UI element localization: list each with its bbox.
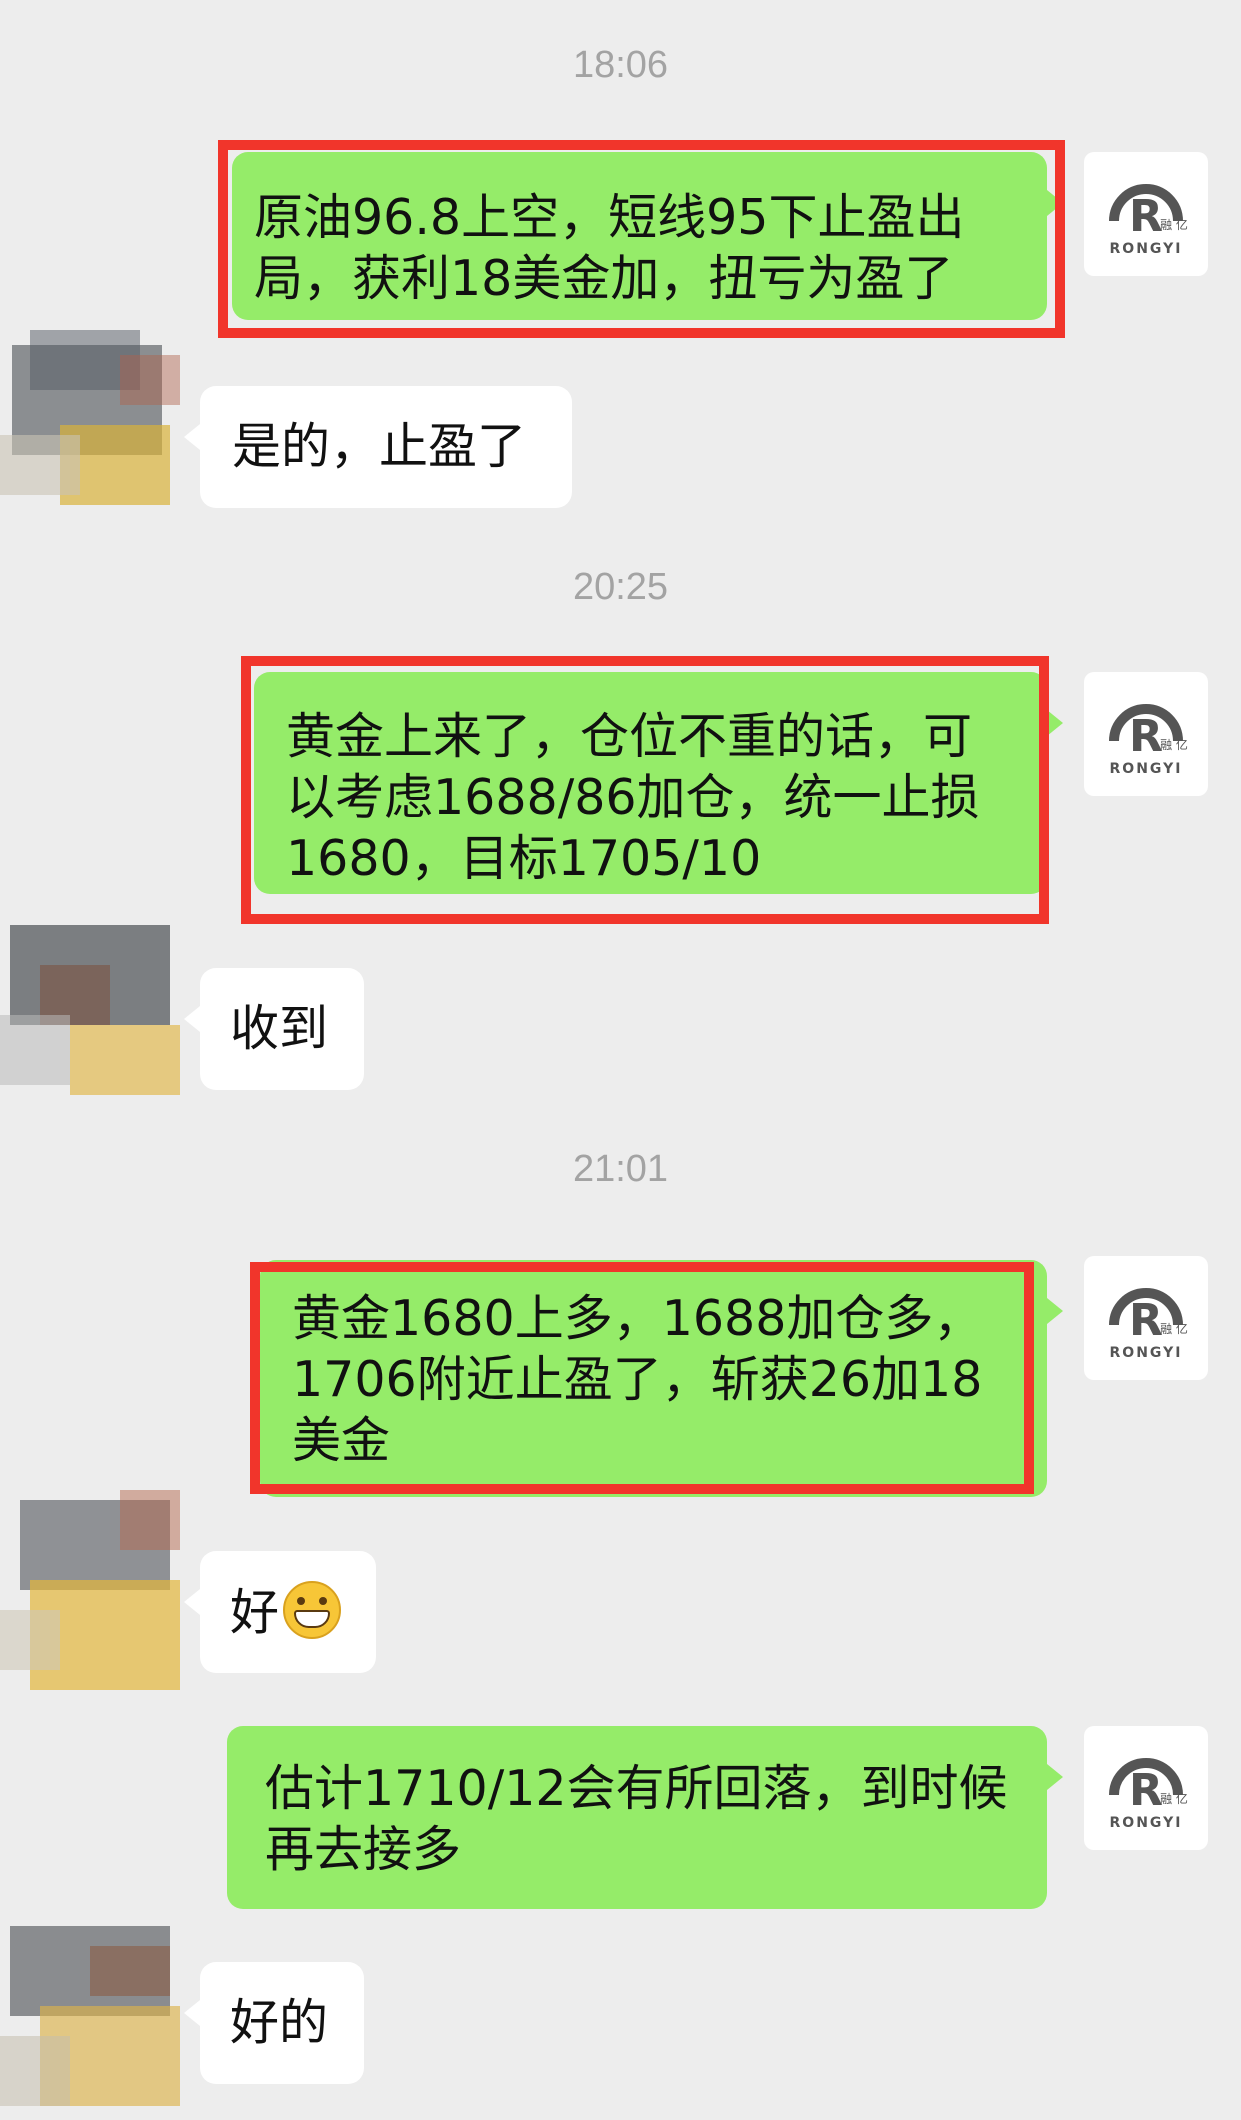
avatar[interactable]: R融 亿 RONGYI bbox=[1084, 1726, 1208, 1850]
message-bubble-self[interactable]: 黄金上来了，仓位不重的话，可以考虑1688/86加仓，统一止损1680，目标17… bbox=[254, 672, 1063, 894]
svg-text:融 亿: 融 亿 bbox=[1160, 1791, 1188, 1806]
avatar[interactable]: R融 亿 RONGYI bbox=[1084, 152, 1208, 276]
message-bubble-self[interactable]: 估计1710/12会有所回落，到时候再去接多 bbox=[227, 1726, 1063, 1909]
rongyi-logo-icon: R融 亿 RONGYI bbox=[1109, 704, 1188, 777]
message-text: 是的，止盈了 bbox=[232, 418, 527, 475]
svg-text:RONGYI: RONGYI bbox=[1110, 241, 1183, 257]
rongyi-logo-icon: R融 亿 RONGYI bbox=[1109, 1758, 1188, 1831]
svg-text:R: R bbox=[1129, 1765, 1163, 1816]
message-text: 黄金1680上多，1688加仓多，1706附近止盈了，斩获26加18美金 bbox=[292, 1290, 983, 1469]
svg-text:R: R bbox=[1129, 191, 1163, 242]
rongyi-logo-icon: R融 亿 RONGYI bbox=[1109, 1288, 1188, 1361]
message-bubble-other[interactable]: 好 bbox=[184, 1551, 376, 1673]
message-bubble-other[interactable]: 好的 bbox=[184, 1962, 364, 2084]
message-text: 估计1710/12会有所回落，到时候再去接多 bbox=[265, 1760, 1008, 1878]
message-bubble-self[interactable]: 黄金1680上多，1688加仓多，1706附近止盈了，斩获26加18美金 bbox=[260, 1260, 1063, 1497]
avatar[interactable] bbox=[0, 315, 190, 525]
timestamp: 21:01 bbox=[572, 1148, 669, 1190]
svg-text:融 亿: 融 亿 bbox=[1160, 737, 1188, 752]
avatar[interactable] bbox=[0, 905, 190, 1115]
timestamp: 20:25 bbox=[572, 566, 669, 608]
svg-text:融 亿: 融 亿 bbox=[1160, 217, 1188, 232]
grinning-face-emoji bbox=[283, 1581, 342, 1639]
svg-text:RONGYI: RONGYI bbox=[1110, 1345, 1183, 1361]
avatar[interactable] bbox=[0, 1490, 190, 1700]
avatar[interactable]: R融 亿 RONGYI bbox=[1084, 672, 1208, 796]
message-text: 收到 bbox=[230, 1000, 329, 1057]
message-text: 原油96.8上空，短线95下止盈出局，获利18美金加，扭亏为盈了 bbox=[254, 189, 965, 307]
svg-text:RONGYI: RONGYI bbox=[1110, 761, 1183, 777]
message-text: 黄金上来了，仓位不重的话，可以考虑1688/86加仓，统一止损1680，目标17… bbox=[286, 708, 980, 887]
svg-text:R: R bbox=[1129, 711, 1163, 762]
timestamp: 18:06 bbox=[572, 44, 669, 86]
svg-text:RONGYI: RONGYI bbox=[1110, 1815, 1183, 1831]
message-text: 好 bbox=[230, 1584, 280, 1641]
svg-text:融 亿: 融 亿 bbox=[1160, 1321, 1188, 1336]
avatar[interactable]: R融 亿 RONGYI bbox=[1084, 1256, 1208, 1380]
message-bubble-other[interactable]: 收到 bbox=[184, 968, 364, 1090]
svg-text:R: R bbox=[1129, 1295, 1163, 1346]
avatar[interactable] bbox=[0, 1906, 190, 2116]
message-text: 好的 bbox=[230, 1994, 329, 2051]
message-bubble-self[interactable]: 原油96.8上空，短线95下止盈出局，获利18美金加，扭亏为盈了 bbox=[232, 152, 1063, 320]
rongyi-logo-icon: R融 亿 RONGYI bbox=[1109, 184, 1188, 257]
message-bubble-other[interactable]: 是的，止盈了 bbox=[184, 386, 572, 508]
